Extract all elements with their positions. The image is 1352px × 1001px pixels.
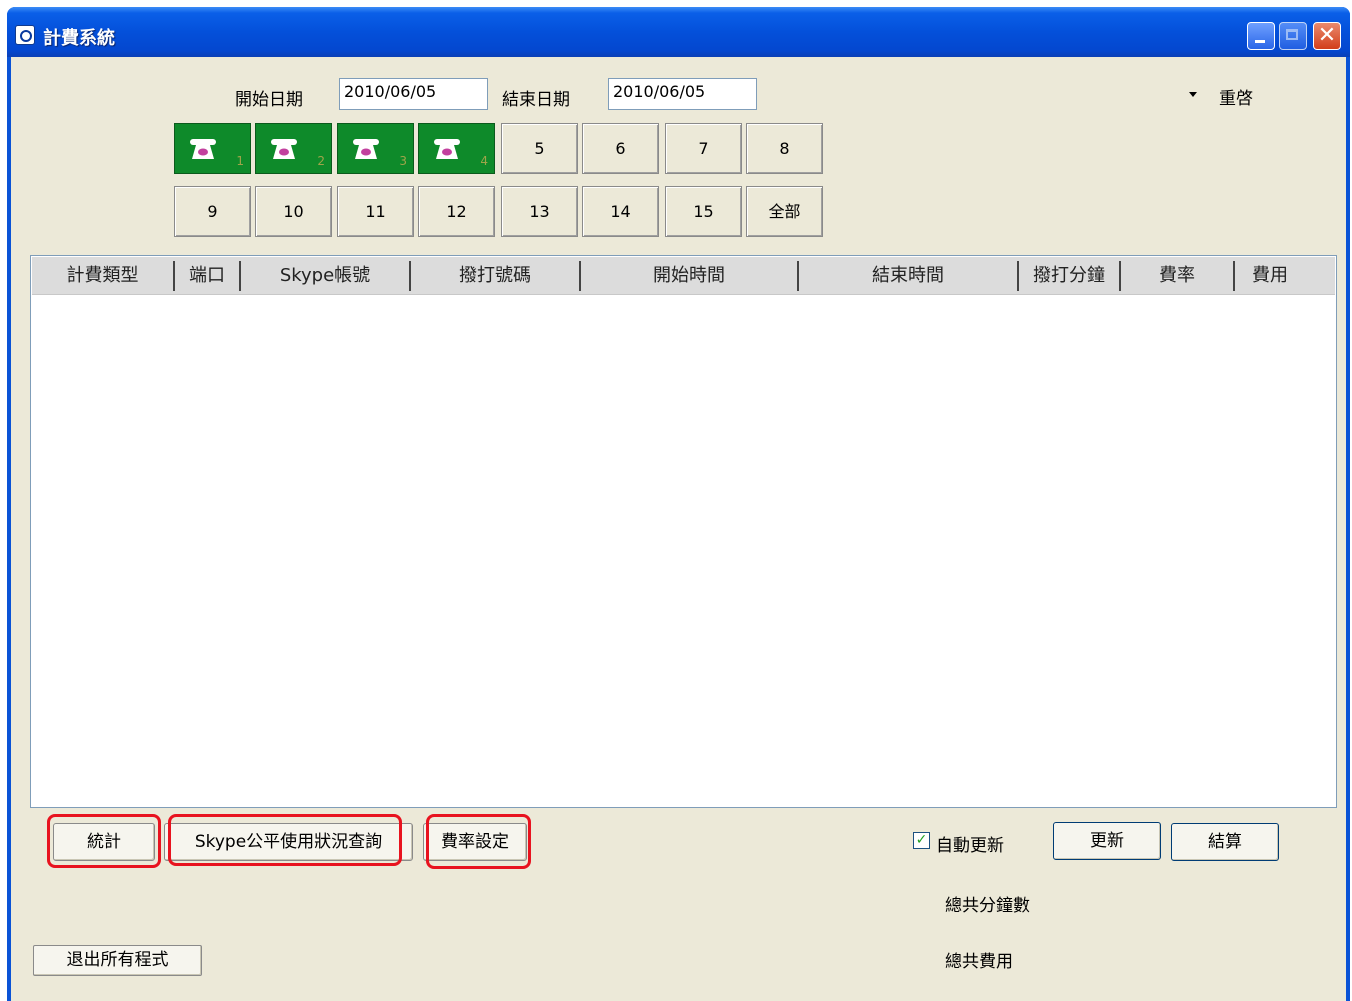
port-6-button[interactable]: 6 — [582, 123, 659, 174]
close-button[interactable]: ✕ — [1313, 22, 1341, 50]
restart-button[interactable]: 重啓 — [1219, 84, 1253, 109]
port-5-button[interactable]: 5 — [501, 123, 578, 174]
auto-update-checkbox[interactable]: ✓ — [913, 832, 930, 849]
column-header[interactable]: 端口 — [175, 257, 239, 294]
title-bar[interactable]: 計費系統 ✕ — [7, 7, 1350, 57]
maximize-button[interactable] — [1279, 22, 1307, 50]
end-date-label: 結束日期 — [502, 90, 570, 110]
main-window: 計費系統 ✕ 開始日期 2010/06/05 結束日期 2010/06/05 重… — [7, 7, 1350, 1001]
telephone-icon — [190, 139, 216, 159]
port-14-button[interactable]: 14 — [582, 186, 659, 237]
column-header[interactable]: 費率 — [1121, 257, 1233, 294]
port-2-button[interactable]: 2 — [255, 123, 332, 174]
skype-query-button[interactable]: Skype公平使用狀況查詢 — [164, 823, 413, 861]
telephone-icon — [434, 139, 460, 159]
column-header[interactable]: 計費類型 — [32, 257, 173, 294]
column-header[interactable]: Skype帳號 — [241, 257, 409, 294]
port-3-button[interactable]: 3 — [337, 123, 414, 174]
port-10-button[interactable]: 10 — [255, 186, 332, 237]
port-number: 3 — [399, 154, 407, 168]
port-number: 1 — [236, 154, 244, 168]
telephone-icon — [271, 139, 297, 159]
rate-settings-button[interactable]: 費率設定 — [423, 823, 527, 861]
total-cost-label: 總共費用 — [945, 952, 1013, 972]
port-7-button[interactable]: 7 — [665, 123, 742, 174]
port-15-button[interactable]: 15 — [665, 186, 742, 237]
port-all-button[interactable]: 全部 — [746, 186, 823, 237]
port-13-button[interactable]: 13 — [501, 186, 578, 237]
chevron-down-icon[interactable] — [1189, 92, 1197, 97]
start-date-label: 開始日期 — [235, 90, 303, 110]
table-header: 計費類型 端口 Skype帳號 撥打號碼 開始時間 結束時間 撥打分鐘 費率 費… — [32, 257, 1335, 295]
port-11-button[interactable]: 11 — [337, 186, 414, 237]
port-12-button[interactable]: 12 — [418, 186, 495, 237]
window-title: 計費系統 — [43, 28, 115, 49]
end-date-field[interactable]: 2010/06/05 — [608, 78, 757, 110]
stats-button[interactable]: 統計 — [53, 823, 155, 861]
column-header[interactable]: 撥打分鐘 — [1019, 257, 1119, 294]
settle-button[interactable]: 結算 — [1171, 823, 1279, 861]
port-8-button[interactable]: 8 — [746, 123, 823, 174]
port-9-button[interactable]: 9 — [174, 186, 251, 237]
minimize-button[interactable] — [1247, 22, 1275, 50]
port-4-button[interactable]: 4 — [418, 123, 495, 174]
app-icon[interactable] — [15, 25, 35, 45]
port-number: 4 — [480, 154, 488, 168]
column-header[interactable]: 開始時間 — [581, 257, 797, 294]
update-button[interactable]: 更新 — [1053, 822, 1161, 860]
column-header[interactable]: 結束時間 — [799, 257, 1017, 294]
column-header[interactable]: 撥打號碼 — [411, 257, 579, 294]
telephone-icon — [353, 139, 379, 159]
column-header[interactable]: 費用 — [1235, 257, 1305, 294]
total-minutes-label: 總共分鐘數 — [945, 896, 1030, 916]
start-date-field[interactable]: 2010/06/05 — [339, 78, 488, 110]
auto-update-label: 自動更新 — [936, 836, 1004, 856]
client-area: 開始日期 2010/06/05 結束日期 2010/06/05 重啓 1 2 3… — [11, 57, 1346, 1001]
exit-all-button[interactable]: 退出所有程式 — [33, 945, 202, 976]
port-1-button[interactable]: 1 — [174, 123, 251, 174]
billing-table[interactable]: 計費類型 端口 Skype帳號 撥打號碼 開始時間 結束時間 撥打分鐘 費率 費… — [30, 255, 1337, 808]
port-number: 2 — [317, 154, 325, 168]
